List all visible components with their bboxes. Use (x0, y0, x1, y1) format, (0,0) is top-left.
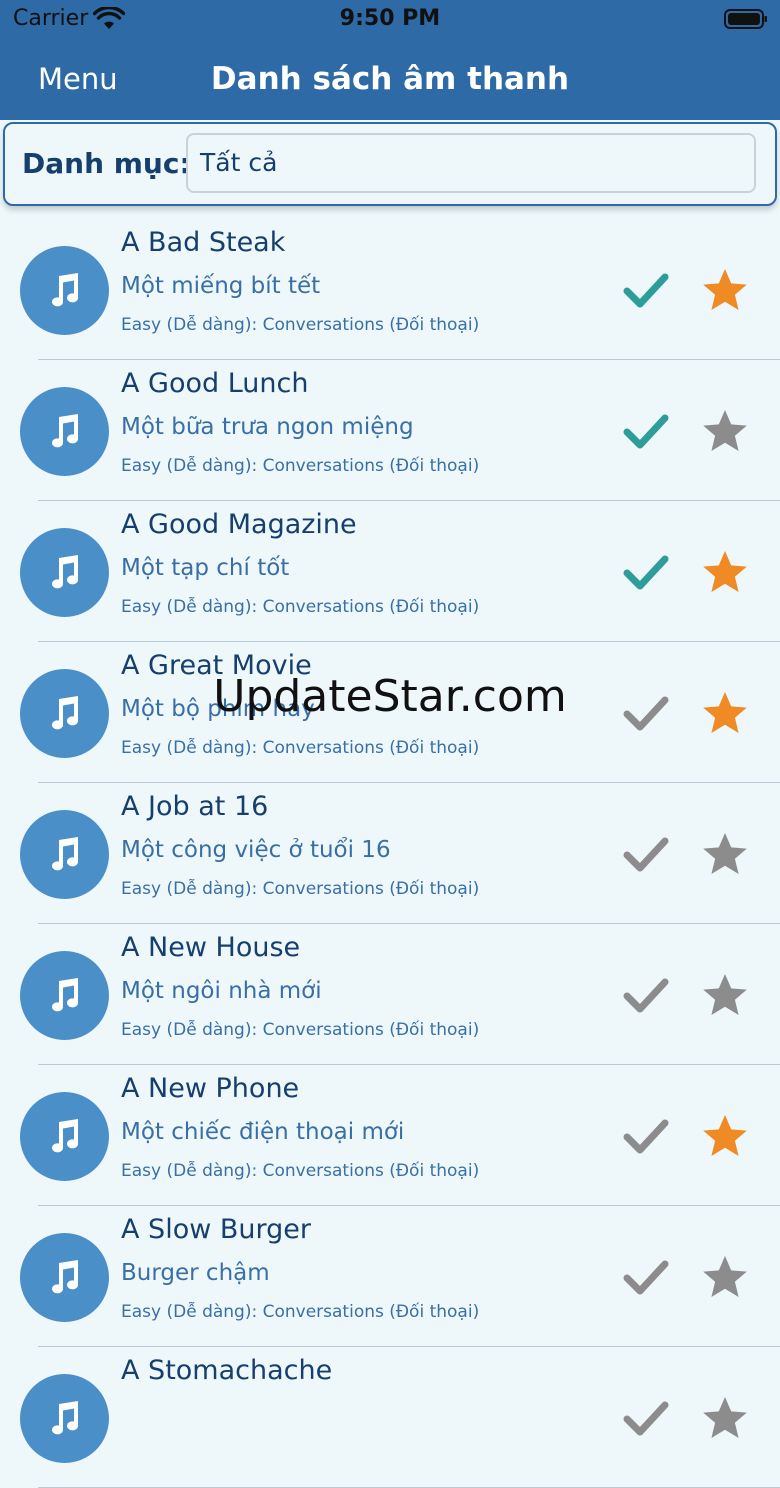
music-note-icon (52, 1260, 78, 1294)
star-icon[interactable] (701, 267, 749, 313)
list-item[interactable]: A Good Magazine Một tạp chí tốt Easy (Dễ d… (0, 501, 780, 642)
music-note-icon (52, 837, 78, 871)
item-category: Easy (Dễ dàng): Conversations (Đối thoại… (121, 1020, 480, 1040)
avatar (20, 669, 109, 758)
item-title: A Good Lunch (121, 368, 309, 399)
item-category: Easy (Dễ dàng): Conversations (Đối thoại… (121, 315, 480, 335)
item-subtitle: Một bộ phim hay (121, 696, 315, 722)
avatar (20, 246, 109, 335)
star-icon[interactable] (701, 549, 749, 595)
category-filter: Danh mục: Tất cả (3, 122, 777, 206)
avatar (20, 951, 109, 1040)
navigation-bar: Menu Danh sách âm thanh (0, 40, 780, 120)
list-item[interactable]: A Slow Burger Burger chậm Easy (Dễ dàng): … (0, 1206, 780, 1347)
music-note-icon (52, 978, 78, 1012)
item-subtitle: Một công việc ở tuổi 16 (121, 837, 391, 863)
list-item[interactable]: A Job at 16 Một công việc ở tuổi 16 Easy (… (0, 783, 780, 924)
list-item[interactable]: A Stomachache (0, 1347, 780, 1488)
music-note-icon (52, 273, 78, 307)
list-item[interactable]: A New House Một ngôi nhà mới Easy (Dễ dàng… (0, 924, 780, 1065)
star-icon[interactable] (701, 831, 749, 877)
star-icon[interactable] (701, 1113, 749, 1159)
item-title: A Slow Burger (121, 1214, 311, 1245)
item-subtitle: Một bữa trưa ngon miệng (121, 414, 414, 440)
category-select[interactable]: Tất cả (186, 133, 756, 193)
item-title: A Stomachache (121, 1355, 333, 1386)
page-title: Danh sách âm thanh (210, 61, 570, 97)
item-category: Easy (Dễ dàng): Conversations (Đối thoại… (121, 879, 480, 899)
clock: 9:50 PM (339, 6, 441, 31)
music-note-icon (52, 1401, 78, 1435)
item-title: A Great Movie (121, 650, 312, 681)
music-note-icon (52, 1119, 78, 1153)
item-title: A Job at 16 (121, 791, 269, 822)
checkmark-icon[interactable] (623, 1258, 669, 1296)
item-title: A Good Magazine (121, 509, 357, 540)
list-item[interactable]: A Bad Steak Một miếng bít tết Easy (Dễ dàn… (0, 219, 780, 360)
star-icon[interactable] (701, 1395, 749, 1441)
music-note-icon (52, 414, 78, 448)
sound-list: A Bad Steak Một miếng bít tết Easy (Dễ dàn… (0, 219, 780, 1488)
item-title: A Bad Steak (121, 227, 286, 258)
avatar (20, 1374, 109, 1463)
item-category: Easy (Dễ dàng): Conversations (Đối thoại… (121, 1161, 480, 1181)
checkmark-icon[interactable] (623, 835, 669, 873)
item-category: Easy (Dễ dàng): Conversations (Đối thoại… (121, 456, 480, 476)
checkmark-icon[interactable] (623, 694, 669, 732)
avatar (20, 528, 109, 617)
avatar (20, 1233, 109, 1322)
item-subtitle: Một miếng bít tết (121, 273, 321, 299)
list-item[interactable]: A New Phone Một chiếc điện thoại mới Easy … (0, 1065, 780, 1206)
avatar (20, 810, 109, 899)
item-category: Easy (Dễ dàng): Conversations (Đối thoại… (121, 738, 480, 758)
list-item[interactable]: A Good Lunch Một bữa trưa ngon miệng Easy … (0, 360, 780, 501)
item-subtitle: Một ngôi nhà mới (121, 978, 322, 1004)
star-icon[interactable] (701, 1254, 749, 1300)
list-item[interactable]: A Great Movie Một bộ phim hay Easy (Dễ dàn… (0, 642, 780, 783)
category-label: Danh mục: (22, 147, 191, 180)
star-icon[interactable] (701, 972, 749, 1018)
star-icon[interactable] (701, 408, 749, 454)
checkmark-icon[interactable] (623, 553, 669, 591)
checkmark-icon[interactable] (623, 976, 669, 1014)
avatar (20, 387, 109, 476)
music-note-icon (52, 555, 78, 589)
checkmark-icon[interactable] (623, 271, 669, 309)
item-subtitle: Burger chậm (121, 1260, 270, 1286)
item-category: Easy (Dễ dàng): Conversations (Đối thoại… (121, 597, 480, 617)
music-note-icon (52, 696, 78, 730)
checkmark-icon[interactable] (623, 412, 669, 450)
battery-icon (724, 9, 767, 29)
item-title: A New Phone (121, 1073, 300, 1104)
star-icon[interactable] (701, 690, 749, 736)
item-category: Easy (Dễ dàng): Conversations (Đối thoại… (121, 1302, 480, 1322)
status-bar: Carrier 9:50 PM (0, 0, 780, 40)
checkmark-icon[interactable] (623, 1117, 669, 1155)
item-title: A New House (121, 932, 301, 963)
item-subtitle: Một chiếc điện thoại mới (121, 1119, 405, 1145)
avatar (20, 1092, 109, 1181)
item-subtitle: Một tạp chí tốt (121, 555, 290, 581)
checkmark-icon[interactable] (623, 1399, 669, 1437)
